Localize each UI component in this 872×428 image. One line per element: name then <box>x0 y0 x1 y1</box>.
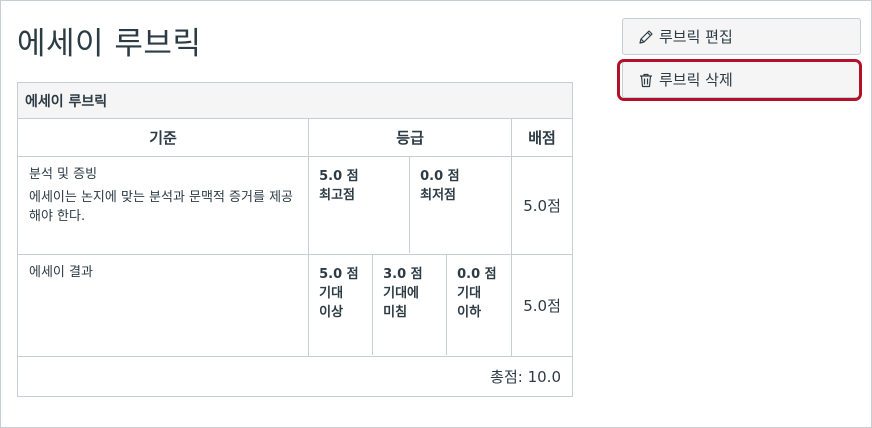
ratings-cell: 5.0 점 기대 이상 3.0 점 기대에 미침 0.0 점 기대 이하 <box>308 254 513 357</box>
rating-label: 기대 <box>457 286 482 301</box>
rating: 5.0 점 최고점 <box>309 157 409 253</box>
rating: 0.0 점 기대 이하 <box>446 255 511 355</box>
criterion-points: 5.0점 <box>511 156 573 255</box>
points-header: 배점 <box>511 118 573 157</box>
criterion-points: 5.0점 <box>511 254 573 357</box>
criteria-header: 기준 <box>16 118 310 157</box>
delete-rubric-label: 루브릭 삭제 <box>659 71 733 89</box>
rating-label: 미침 <box>383 305 408 320</box>
trash-icon <box>637 71 655 89</box>
criterion-cell: 에세이 결과 <box>16 254 310 357</box>
total-points: 총점: 10.0 <box>17 356 573 397</box>
rating: 5.0 점 기대 이상 <box>309 255 372 355</box>
rubric-caption: 에세이 루브릭 <box>17 82 573 119</box>
ratings-header: 등급 <box>308 118 513 157</box>
rating-label: 기대에 <box>383 286 419 301</box>
rating-label: 이상 <box>319 305 344 320</box>
criterion-row: 에세이 결과 5.0 점 기대 이상 3.0 점 기대에 미침 0.0 점 기대… <box>16 254 573 357</box>
rating-label: 이하 <box>457 305 482 320</box>
rating-label: 최저점 <box>420 188 456 203</box>
rating: 3.0 점 기대에 미침 <box>372 255 446 355</box>
rating-label: 기대 <box>319 286 344 301</box>
rating-points: 0.0 점 <box>420 169 460 184</box>
rating: 0.0 점 최저점 <box>409 157 511 253</box>
criterion-title: 에세이 결과 <box>29 265 93 280</box>
criterion-description: 에세이는 논지에 맞는 분석과 문맥적 증거를 제공해야 한다. <box>29 190 293 224</box>
rating-label: 최고점 <box>319 188 355 203</box>
criterion-cell: 분석 및 증빙 에세이는 논지에 맞는 분석과 문맥적 증거를 제공해야 한다. <box>16 156 310 255</box>
rating-points: 5.0 점 <box>319 267 359 282</box>
rubric-table: 에세이 루브릭 기준 등급 배점 분석 및 증빙 에세이는 논지에 맞는 분석과… <box>16 82 573 397</box>
rating-points: 5.0 점 <box>319 169 359 184</box>
delete-rubric-button[interactable]: 루브릭 삭제 <box>622 61 861 98</box>
edit-rubric-label: 루브릭 편집 <box>659 28 733 46</box>
criterion-row: 분석 및 증빙 에세이는 논지에 맞는 분석과 문맥적 증거를 제공해야 한다.… <box>16 156 573 255</box>
edit-rubric-button[interactable]: 루브릭 편집 <box>622 18 861 55</box>
page-title: 에세이 루브릭 <box>17 26 202 62</box>
rating-points: 3.0 점 <box>383 267 423 282</box>
criterion-title: 분석 및 증빙 <box>29 167 98 182</box>
pencil-icon <box>637 28 655 46</box>
rating-points: 0.0 점 <box>457 267 497 282</box>
ratings-cell: 5.0 점 최고점 0.0 점 최저점 <box>308 156 513 255</box>
